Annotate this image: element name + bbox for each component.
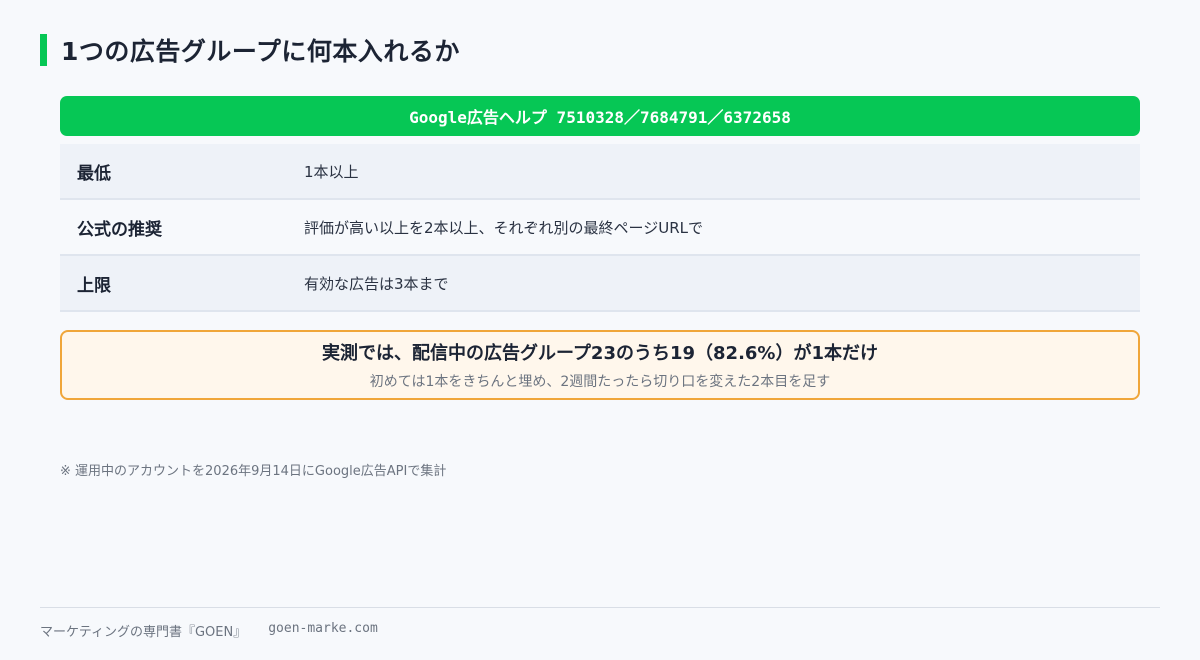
callout-headline: 実測では、配信中の広告グループ23のうち19（82.6%）が1本だけ — [322, 343, 878, 364]
table-row: 上限 有効な広告は3本まで — [60, 256, 1140, 312]
footer-url: goen-marke.com — [268, 621, 378, 636]
source-banner: Google広告ヘルプ 7510328／7684791／6372658 — [60, 96, 1140, 136]
page-title: 1つの広告グループに何本入れるか — [61, 37, 460, 66]
finding-callout: 実測では、配信中の広告グループ23のうち19（82.6%）が1本だけ 初めては1… — [60, 330, 1140, 400]
table-row: 最低 1本以上 — [60, 144, 1140, 200]
callout-subtext: 初めては1本をきちんと埋め、2週間たったら切り口を変えた2本目を足す — [369, 374, 831, 390]
footer-divider — [40, 607, 1160, 608]
footer: マーケティングの専門書『GOEN』 goen-marke.com — [40, 621, 378, 640]
table-row: 公式の推奨 評価が高い以上を2本以上、それぞれ別の最終ページURLで — [60, 200, 1140, 256]
guideline-table: 最低 1本以上 公式の推奨 評価が高い以上を2本以上、それぞれ別の最終ページUR… — [60, 144, 1140, 312]
data-source-note: ※ 運用中のアカウントを2026年9月14日にGoogle広告APIで集計 — [60, 464, 447, 479]
row-label: 公式の推奨 — [77, 219, 162, 240]
row-value: 評価が高い以上を2本以上、それぞれ別の最終ページURLで — [304, 218, 704, 237]
row-value: 有効な広告は3本まで — [304, 274, 449, 293]
footer-brand: マーケティングの専門書『GOEN』 — [40, 625, 247, 640]
page-header: 1つの広告グループに何本入れるか — [40, 32, 460, 68]
title-accent-bar — [40, 34, 47, 66]
row-label: 最低 — [77, 163, 111, 184]
row-label: 上限 — [77, 275, 111, 296]
row-value: 1本以上 — [304, 162, 359, 181]
